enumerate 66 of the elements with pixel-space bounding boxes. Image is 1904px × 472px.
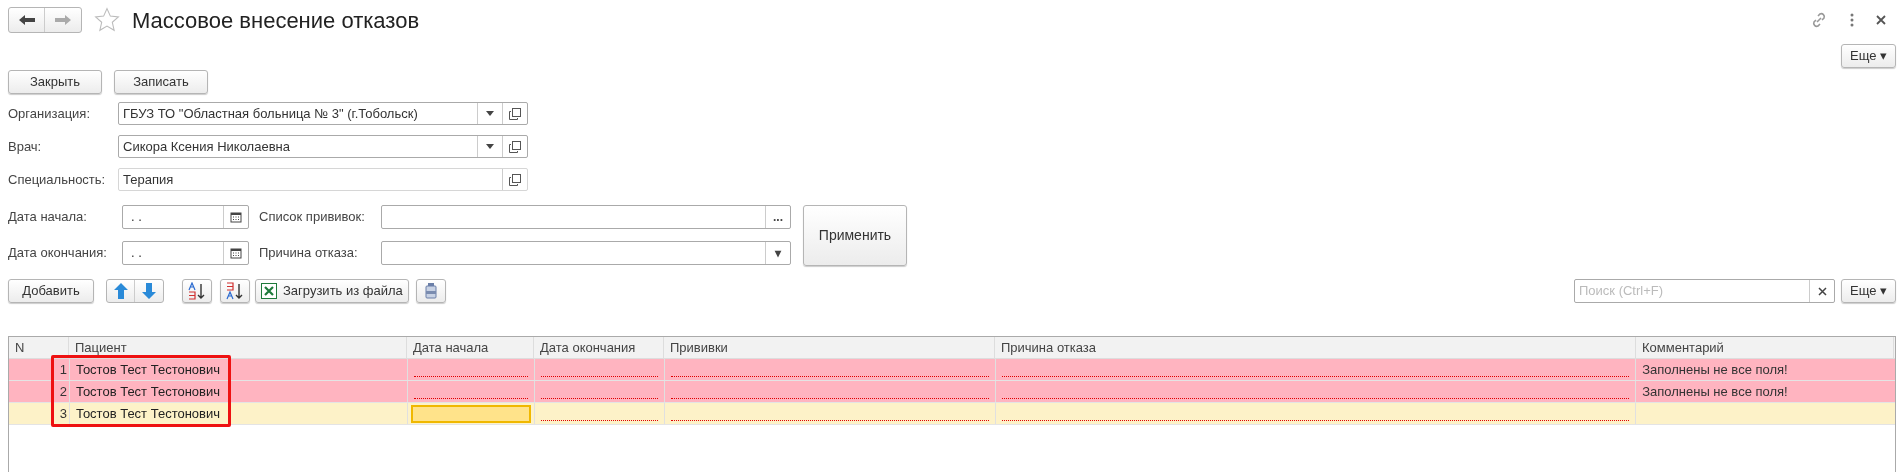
more-button[interactable]: Еще ▾ bbox=[1841, 44, 1896, 68]
field-label: Причина отказа: bbox=[259, 244, 359, 263]
link-icon[interactable] bbox=[1810, 11, 1828, 29]
action-button[interactable]: Закрыть bbox=[8, 70, 102, 94]
row-number: 2 bbox=[59, 382, 67, 401]
add-button[interactable]: Добавить bbox=[8, 279, 94, 303]
column-header[interactable]: Пациент bbox=[69, 337, 407, 358]
column-header[interactable]: Прививки bbox=[664, 337, 995, 358]
date-field[interactable]: . . bbox=[122, 205, 249, 229]
back-arrow-icon bbox=[18, 15, 35, 25]
bottle-icon bbox=[422, 282, 439, 300]
spreadsheet-icon bbox=[261, 283, 277, 299]
field-label: Специальность: bbox=[8, 170, 107, 189]
input-field[interactable]: ... bbox=[381, 205, 791, 229]
open-icon bbox=[509, 173, 521, 186]
forward-arrow-icon bbox=[55, 15, 71, 25]
calendar-icon bbox=[230, 247, 242, 259]
field-label: Врач: bbox=[8, 137, 43, 156]
caret-icon bbox=[486, 111, 494, 116]
search-input[interactable]: Поиск (Ctrl+F) bbox=[1575, 281, 1809, 301]
table-row[interactable]: 3 Тостов Тест Тестонович bbox=[9, 403, 1895, 425]
field-label: Организация: bbox=[8, 104, 92, 123]
patient-name: Тостов Тест Тестонович bbox=[75, 404, 221, 423]
field-label: Дата начала: bbox=[8, 208, 88, 227]
apply-button[interactable]: Применить bbox=[803, 205, 907, 266]
input-field[interactable]: Сикора Ксения Николаевна bbox=[118, 135, 528, 158]
row-number: 3 bbox=[59, 404, 67, 423]
column-header[interactable]: Комментарий bbox=[1636, 337, 1894, 358]
calendar-icon bbox=[230, 211, 242, 223]
column-header[interactable]: Причина отказа bbox=[995, 337, 1636, 358]
column-header[interactable]: N bbox=[9, 337, 69, 358]
arrow-down-icon bbox=[142, 283, 156, 299]
column-header[interactable]: Дата начала bbox=[407, 337, 534, 358]
more-button[interactable]: Еще ▾ bbox=[1841, 279, 1896, 303]
row-number: 1 bbox=[59, 360, 67, 379]
close-icon[interactable] bbox=[1876, 15, 1886, 25]
table-row[interactable]: 2 Тостов Тест Тестонович Заполнены не все поля! bbox=[9, 381, 1895, 403]
comment-text: Заполнены не все поля! bbox=[1642, 360, 1788, 379]
patient-name: Тостов Тест Тестонович bbox=[75, 360, 221, 379]
field-label: Список прививок: bbox=[259, 208, 366, 227]
comment-text: Заполнены не все поля! bbox=[1642, 382, 1788, 401]
action-button[interactable]: Записать bbox=[114, 70, 208, 94]
table-row[interactable]: 1 Тостов Тест Тестонович Заполнены не все поля! bbox=[9, 359, 1895, 381]
input-field[interactable]: Терапия bbox=[118, 168, 528, 191]
open-icon bbox=[509, 107, 521, 120]
sort-descending-icon bbox=[225, 282, 245, 300]
column-header[interactable]: Дата окончания bbox=[534, 337, 664, 358]
input-field[interactable]: ▾ bbox=[381, 241, 791, 265]
field-label: Дата окончания: bbox=[8, 244, 108, 263]
print-button[interactable] bbox=[415, 279, 446, 303]
more-icon[interactable] bbox=[1850, 13, 1854, 27]
clear-icon[interactable] bbox=[1817, 286, 1827, 296]
sort-ascending-icon bbox=[187, 282, 207, 300]
date-field[interactable]: . . bbox=[122, 241, 249, 265]
input-field[interactable]: ГБУЗ ТО "Областная больница № 3" (г.Тобольск) bbox=[118, 102, 528, 125]
sort-ascending-button[interactable] bbox=[182, 279, 212, 303]
star-icon[interactable] bbox=[94, 7, 120, 33]
arrow-up-icon bbox=[113, 283, 128, 299]
window-title: Массовое внесение отказов bbox=[132, 6, 420, 35]
load-from-file-button[interactable]: Загрузить из файла bbox=[255, 279, 409, 303]
sort-descending-button[interactable] bbox=[220, 279, 250, 303]
open-icon bbox=[509, 140, 521, 153]
patient-name: Тостов Тест Тестонович bbox=[75, 382, 221, 401]
table-cell[interactable] bbox=[406, 403, 534, 424]
search-field[interactable]: Поиск (Ctrl+F) bbox=[1574, 279, 1835, 303]
caret-icon bbox=[486, 144, 494, 149]
